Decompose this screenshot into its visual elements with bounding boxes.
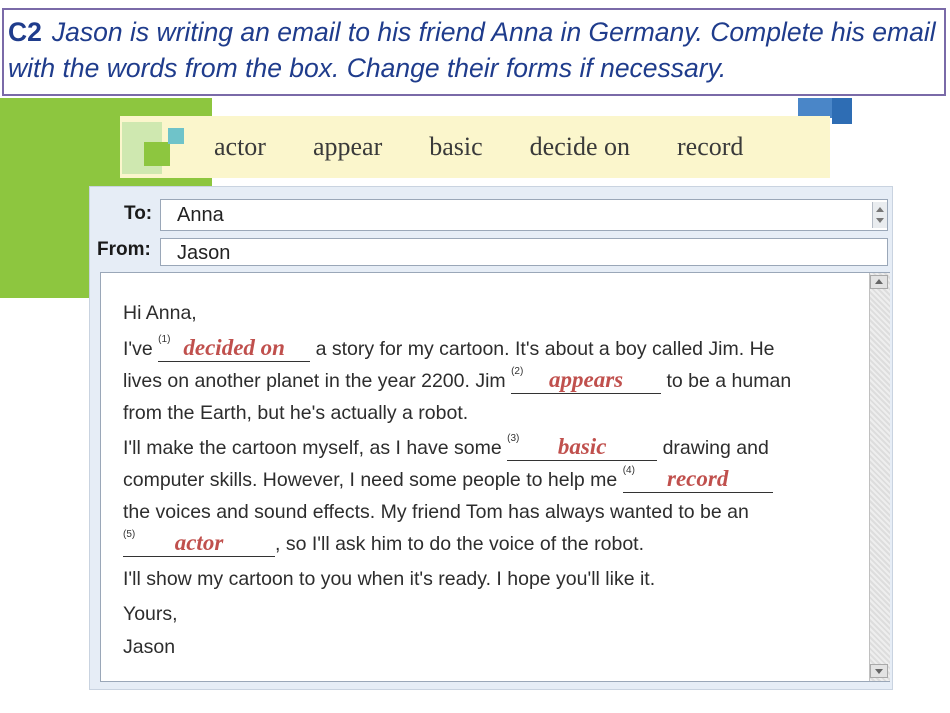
- answer-1: decided on: [183, 335, 285, 360]
- from-label: From:: [97, 239, 151, 260]
- decor-white-area: [0, 298, 90, 713]
- blank-2: (2) appears: [511, 366, 662, 394]
- blank-number: (3): [507, 433, 520, 444]
- greeting: Hi Anna,: [123, 302, 197, 324]
- answer-5: actor: [174, 530, 224, 555]
- signature: Jason: [123, 636, 176, 658]
- decor-blue-square-dark: [832, 98, 852, 124]
- from-field[interactable]: Jason: [160, 238, 888, 266]
- email-line: I'll show my cartoon to you when it's re…: [123, 568, 656, 590]
- text-segment: I'll make the cartoon myself, as I have …: [123, 437, 502, 459]
- answer-3: basic: [557, 434, 607, 459]
- text-segment: lives on another planet in the year 2200…: [123, 370, 506, 392]
- instruction-text: Jason is writing an email to his friend …: [8, 17, 936, 83]
- word-item: basic: [429, 132, 483, 161]
- to-field[interactable]: Anna: [160, 199, 888, 231]
- blank-4: (4) record: [622, 465, 773, 493]
- exercise-number: C2: [8, 17, 42, 47]
- word-item: actor: [214, 132, 266, 161]
- email-line: (5) actor , so I'll ask him to do the voic…: [123, 529, 644, 557]
- spinner-down-icon[interactable]: [876, 218, 884, 223]
- scroll-up-icon[interactable]: [870, 275, 888, 289]
- blank-5: (5) actor: [123, 529, 275, 557]
- blank-number: (1): [158, 334, 171, 345]
- decor-blue-square: [798, 98, 832, 118]
- spinner-up-icon[interactable]: [876, 207, 884, 212]
- word-box-decor-teal: [168, 128, 184, 144]
- closing: Yours,: [123, 603, 178, 625]
- word-item: appear: [312, 132, 383, 161]
- word-item: decide on: [529, 132, 631, 161]
- text-segment: a story for my cartoon. It's about a boy…: [315, 338, 775, 360]
- blank-number: (5): [123, 529, 136, 540]
- word-box-decor-green: [144, 142, 170, 166]
- email-line: the voices and sound effects. My friend …: [123, 501, 749, 523]
- email-scrollbar[interactable]: [869, 273, 890, 681]
- text-segment: computer skills. However, I need some pe…: [123, 469, 618, 491]
- blank-number: (2): [511, 366, 524, 377]
- to-spinner[interactable]: [872, 202, 887, 228]
- blank-number: (4): [622, 465, 635, 476]
- email-line: I'll make the cartoon myself, as I have …: [123, 433, 769, 461]
- exercise-instruction: C2 Jason is writing an email to his frien…: [8, 14, 938, 86]
- email-line: from the Earth, but he's actually a robo…: [123, 402, 469, 424]
- text-segment: I've: [123, 338, 153, 360]
- word-item: record: [677, 132, 744, 161]
- blank-1: (1) decided on: [158, 334, 311, 362]
- text-segment: , so I'll ask him to do the voice of the…: [275, 533, 644, 555]
- answer-4: record: [667, 466, 729, 491]
- blank-3: (3) basic: [507, 433, 658, 461]
- text-segment: drawing and: [662, 437, 769, 459]
- word-list: actor appear basic decide on record: [214, 132, 790, 162]
- to-label: To:: [124, 203, 153, 224]
- text-segment: to be a human: [666, 370, 792, 392]
- email-line: lives on another planet in the year 2200…: [123, 366, 792, 394]
- email-line: I've (1) decided on a story for my cartoo…: [123, 334, 775, 362]
- answer-2: appears: [549, 367, 624, 392]
- scroll-down-icon[interactable]: [870, 664, 888, 678]
- email-line: computer skills. However, I need some pe…: [123, 465, 773, 493]
